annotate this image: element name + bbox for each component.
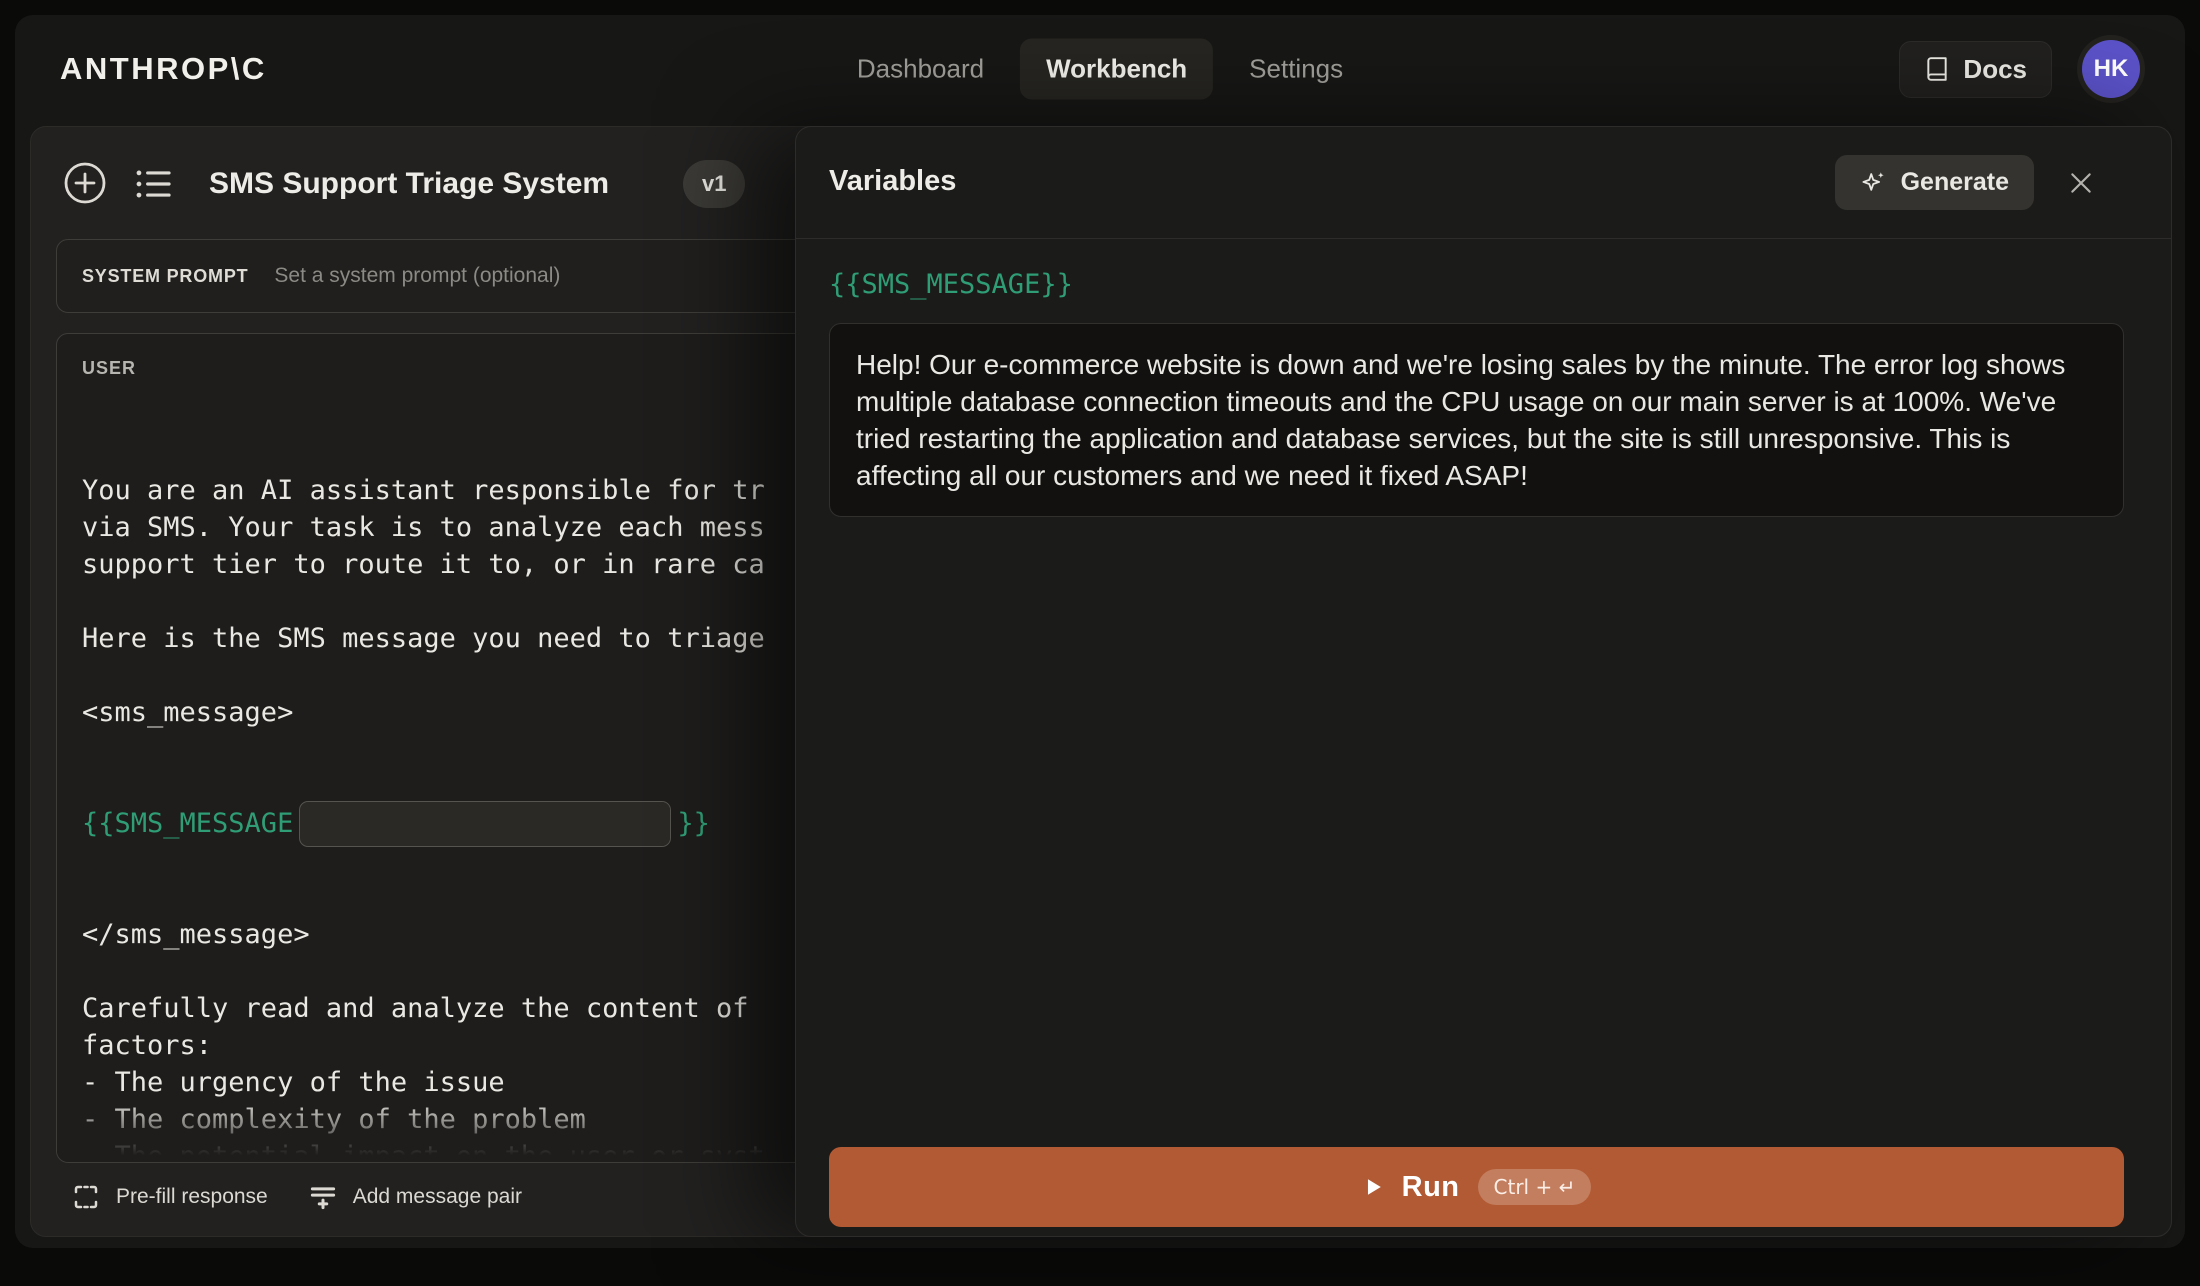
nav-tabs: Dashboard Workbench Settings [831,38,1369,100]
add-message-pair-label: Add message pair [352,1185,522,1208]
message-toolbar: Pre-fill response Add message pair [71,1173,522,1221]
variable-name-label: {{SMS_MESSAGE}} [829,269,1073,300]
prompt-list-button[interactable] [135,167,173,201]
prefill-selection-icon [74,1185,98,1209]
docs-label: Docs [1963,53,2027,84]
run-label: Run [1401,1170,1460,1203]
anthropic-logo: ANTHROP\C [60,51,267,86]
prefill-response-label: Pre-fill response [116,1185,268,1208]
tab-workbench[interactable]: Workbench [1020,38,1214,100]
generate-label: Generate [1900,168,2009,196]
chip-fade-overlay [570,801,671,846]
top-nav: ANTHROP\C Dashboard Workbench Settings D… [15,15,2185,123]
variable-open-token: {{SMS_MESSAGE [82,808,294,839]
version-badge[interactable]: v1 [683,160,746,208]
tab-dashboard[interactable]: Dashboard [831,39,1010,100]
variable-close-token: }} [677,808,710,839]
close-icon [2071,173,2091,193]
tab-settings[interactable]: Settings [1223,39,1369,100]
avatar-initials: HK [2093,55,2129,82]
variables-drawer: Variables Generate {{SMS_MESSAGE}} Help!… [795,126,2172,1237]
generate-button[interactable]: Generate [1834,155,2034,210]
run-shortcut-badge: Ctrl + ↵ [1477,1169,1592,1205]
book-icon [1927,57,1948,81]
variables-title: Variables [829,165,957,197]
sparkle-icon [1862,172,1884,191]
nav-right-group: Docs HK [1899,40,2140,98]
avatar[interactable]: HK [2082,40,2140,98]
run-button[interactable]: Run Ctrl + ↵ [829,1147,2124,1227]
add-message-pair-icon [310,1187,335,1210]
play-icon [1367,1179,1381,1195]
circle-plus-icon [64,162,106,204]
variables-header: Variables Generate [796,127,2171,239]
variable-preview-chip[interactable]: Help! Our e-commerce web [299,800,672,847]
add-message-pair-button[interactable]: Add message pair [308,1182,522,1212]
list-icon [136,170,171,198]
docs-button[interactable]: Docs [1899,40,2052,98]
prefill-response-button[interactable]: Pre-fill response [71,1182,268,1212]
new-prompt-button[interactable] [61,159,109,207]
user-role-label: USER [82,358,137,378]
close-drawer-button[interactable] [2065,167,2097,199]
system-prompt-placeholder: Set a system prompt (optional) [274,264,561,287]
prompt-title[interactable]: SMS Support Triage System [209,167,609,201]
variable-value-input[interactable]: Help! Our e-commerce website is down and… [829,323,2124,517]
system-prompt-label: SYSTEM PROMPT [82,265,249,286]
